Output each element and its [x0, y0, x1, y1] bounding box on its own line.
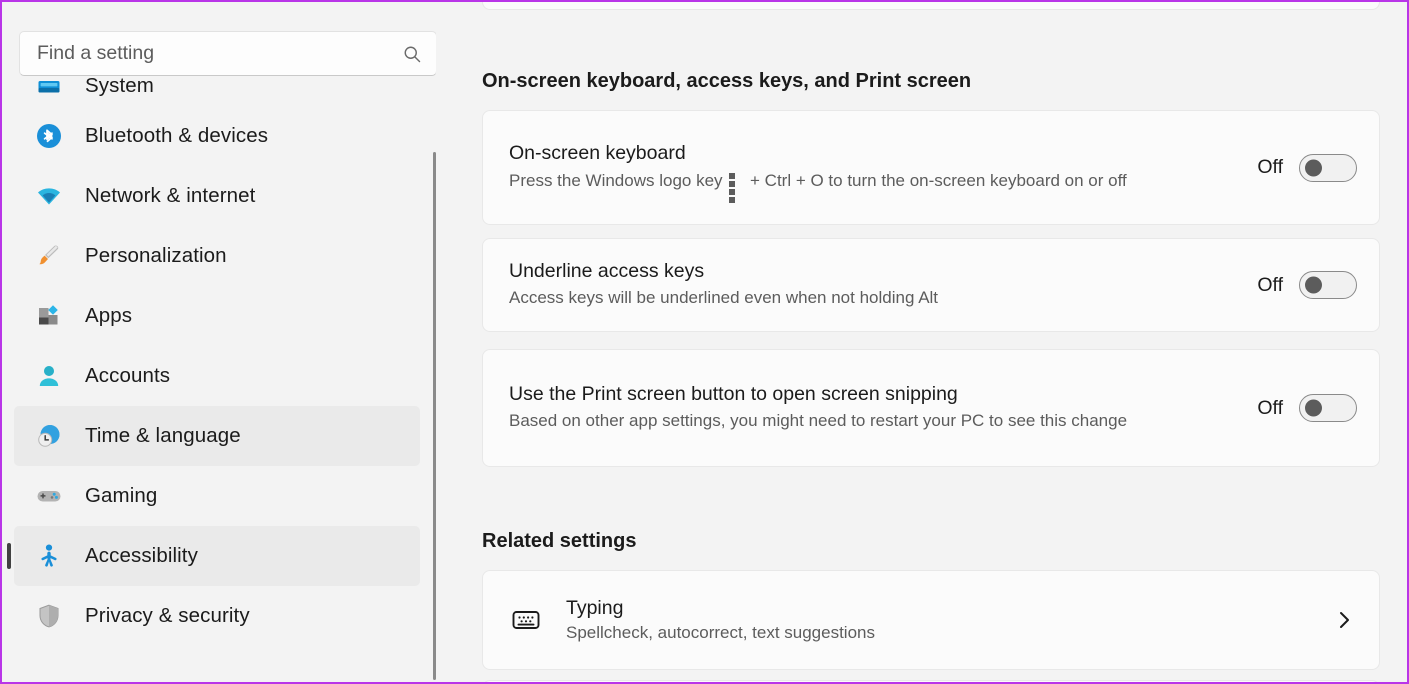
sidebar-item-accessibility[interactable]: Accessibility [14, 526, 420, 586]
account-icon [36, 363, 62, 389]
setting-text: On-screen keyboard Press the Windows log… [509, 141, 1257, 203]
underline-access-keys-toggle[interactable] [1299, 271, 1357, 299]
sidebar-item-gaming[interactable]: Gaming [14, 466, 420, 526]
system-icon [36, 73, 62, 99]
sidebar-item-label: Personalization [85, 244, 227, 267]
setting-description: Access keys will be underlined even when… [509, 288, 939, 308]
setting-description: Based on other app settings, you might n… [509, 411, 1128, 431]
sidebar-item-label: Accounts [85, 364, 171, 387]
section-heading-related-settings: Related settings [482, 530, 637, 552]
sidebar-item-network-internet[interactable]: Network & internet [14, 166, 420, 226]
sidebar-item-system[interactable]: System [14, 66, 420, 106]
toggle-knob [1305, 276, 1322, 294]
toggle-group: Off [1257, 394, 1357, 422]
setting-card-underline-access-keys: Underline access keys Access keys will b… [482, 238, 1380, 332]
main-content: On-screen keyboard, access keys, and Pri… [436, 2, 1407, 682]
related-setting-title: Typing [566, 597, 624, 619]
windows-logo-key-icon [729, 172, 743, 203]
sidebar-item-time-language[interactable]: Time & language [14, 406, 420, 466]
toggle-group: Off [1257, 271, 1357, 299]
chevron-right-icon[interactable] [1337, 607, 1353, 633]
bluetooth-icon [36, 123, 62, 149]
print-screen-toggle[interactable] [1299, 394, 1357, 422]
sidebar-item-bluetooth-devices[interactable]: Bluetooth & devices [14, 106, 420, 166]
toggle-state-label: Off [1257, 156, 1283, 178]
setting-title: Use the Print screen button to open scre… [509, 382, 958, 405]
toggle-group: Off [1257, 153, 1357, 182]
sidebar-item-personalization[interactable]: Personalization [14, 226, 420, 286]
sidebar: System Bluetooth & devices [2, 2, 436, 682]
paintbrush-icon [36, 243, 62, 269]
sidebar-item-label: Gaming [85, 484, 158, 507]
setting-title: Underline access keys [509, 259, 705, 282]
sidebar-item-accounts[interactable]: Accounts [14, 346, 420, 406]
toggle-knob [1305, 399, 1322, 417]
search-input[interactable] [37, 42, 402, 65]
setting-description-after: + Ctrl + O to turn the on-screen keyboar… [750, 170, 1127, 190]
network-wifi-icon [36, 183, 62, 209]
card-partial-top [482, 2, 1380, 10]
toggle-knob [1305, 159, 1322, 176]
setting-description: Press the Windows logo key + Ctrl + O to… [509, 169, 1229, 203]
sidebar-item-label: System [85, 74, 154, 97]
sidebar-item-label: Privacy & security [85, 604, 250, 627]
sidebar-item-label: Network & internet [85, 184, 256, 207]
toggle-state-label: Off [1257, 396, 1283, 419]
settings-window: System Bluetooth & devices [0, 0, 1409, 684]
setting-description-before: Press the Windows logo key [509, 170, 723, 190]
clock-globe-icon [36, 423, 62, 449]
setting-card-print-screen-snipping: Use the Print screen button to open scre… [482, 349, 1380, 467]
setting-title: On-screen keyboard [509, 142, 686, 165]
shield-icon [36, 603, 62, 629]
related-setting-text: Typing Spellcheck, autocorrect, text sug… [566, 597, 1337, 643]
setting-text: Use the Print screen button to open scre… [509, 382, 1257, 434]
keyboard-icon [509, 603, 543, 637]
sidebar-nav: System Bluetooth & devices Network & int… [2, 74, 436, 682]
accessibility-icon [36, 543, 62, 569]
sidebar-item-label: Bluetooth & devices [85, 124, 269, 147]
sidebar-item-label: Accessibility [85, 544, 198, 567]
card-partial-bottom [482, 680, 1380, 682]
onscreen-keyboard-toggle[interactable] [1299, 153, 1357, 182]
sidebar-item-apps[interactable]: Apps [14, 286, 420, 346]
gamepad-icon [36, 483, 62, 509]
search-icon[interactable] [402, 44, 422, 64]
related-setting-card-typing[interactable]: Typing Spellcheck, autocorrect, text sug… [482, 570, 1380, 670]
toggle-state-label: Off [1257, 273, 1283, 296]
sidebar-item-privacy-security[interactable]: Privacy & security [14, 586, 420, 646]
section-heading-onscreen-keyboard: On-screen keyboard, access keys, and Pri… [482, 70, 972, 92]
sidebar-item-label: Time & language [85, 424, 241, 447]
related-setting-description: Spellcheck, autocorrect, text suggestion… [566, 623, 875, 642]
setting-card-onscreen-keyboard: On-screen keyboard Press the Windows log… [482, 110, 1380, 225]
sidebar-item-label: Apps [85, 304, 133, 327]
setting-text: Underline access keys Access keys will b… [509, 259, 1257, 311]
apps-icon [36, 303, 62, 329]
